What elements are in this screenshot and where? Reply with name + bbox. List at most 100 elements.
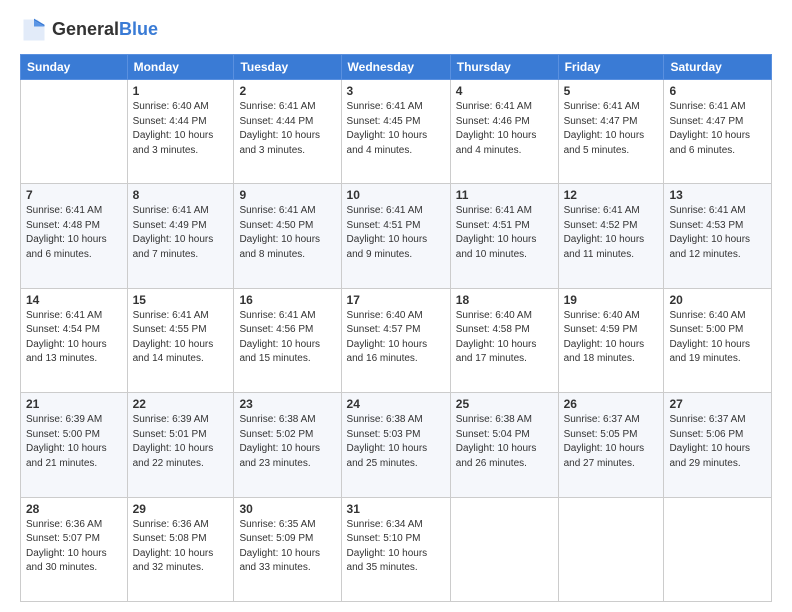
day-info: Sunrise: 6:41 AMSunset: 4:49 PMDaylight:… [133,204,229,262]
day-number: 11 [456,188,553,202]
day-number: 28 [26,502,122,516]
day-info: Sunrise: 6:40 AMSunset: 4:57 PMDaylight:… [347,309,445,367]
day-info: Sunrise: 6:39 AMSunset: 5:00 PMDaylight:… [26,413,122,471]
day-number: 21 [26,397,122,411]
day-info: Sunrise: 6:41 AMSunset: 4:56 PMDaylight:… [239,309,335,367]
calendar-cell: 24 Sunrise: 6:38 AMSunset: 5:03 PMDayligh… [341,393,450,497]
week-row-3: 21 Sunrise: 6:39 AMSunset: 5:00 PMDayligh… [21,393,772,497]
calendar-cell: 19 Sunrise: 6:40 AMSunset: 4:59 PMDayligh… [558,288,664,392]
calendar-cell: 23 Sunrise: 6:38 AMSunset: 5:02 PMDayligh… [234,393,341,497]
day-number: 26 [564,397,659,411]
calendar-cell: 12Sunrise: 6:41 AMSunset: 4:52 PMDayligh… [558,184,664,288]
calendar-cell: 25 Sunrise: 6:38 AMSunset: 5:04 PMDayligh… [450,393,558,497]
calendar-cell: 1Sunrise: 6:40 AMSunset: 4:44 PMDaylight… [127,80,234,184]
weekday-monday: Monday [127,55,234,80]
day-info: Sunrise: 6:41 AMSunset: 4:47 PMDaylight:… [669,100,766,158]
day-info: Sunrise: 6:36 AMSunset: 5:08 PMDaylight:… [133,518,229,576]
day-number: 3 [347,84,445,98]
calendar-cell: 20 Sunrise: 6:40 AMSunset: 5:00 PMDayligh… [664,288,772,392]
day-info: Sunrise: 6:38 AMSunset: 5:03 PMDaylight:… [347,413,445,471]
calendar-cell [558,497,664,601]
calendar-cell: 31 Sunrise: 6:34 AMSunset: 5:10 PMDayligh… [341,497,450,601]
week-row-4: 28 Sunrise: 6:36 AMSunset: 5:07 PMDayligh… [21,497,772,601]
calendar-table: SundayMondayTuesdayWednesdayThursdayFrid… [20,54,772,602]
calendar-cell: 30 Sunrise: 6:35 AMSunset: 5:09 PMDayligh… [234,497,341,601]
day-info: Sunrise: 6:41 AMSunset: 4:47 PMDaylight:… [564,100,659,158]
day-number: 18 [456,293,553,307]
calendar-cell: 17 Sunrise: 6:40 AMSunset: 4:57 PMDayligh… [341,288,450,392]
day-info: Sunrise: 6:41 AMSunset: 4:54 PMDaylight:… [26,309,122,367]
day-info: Sunrise: 6:38 AMSunset: 5:02 PMDaylight:… [239,413,335,471]
day-number: 15 [133,293,229,307]
calendar-cell: 21 Sunrise: 6:39 AMSunset: 5:00 PMDayligh… [21,393,128,497]
page: GeneralBlue SundayMondayTuesdayWednesday… [0,0,792,612]
calendar-cell: 29 Sunrise: 6:36 AMSunset: 5:08 PMDayligh… [127,497,234,601]
day-number: 27 [669,397,766,411]
calendar-cell: 10Sunrise: 6:41 AMSunset: 4:51 PMDayligh… [341,184,450,288]
day-number: 25 [456,397,553,411]
day-info: Sunrise: 6:41 AMSunset: 4:51 PMDaylight:… [456,204,553,262]
weekday-sunday: Sunday [21,55,128,80]
day-number: 10 [347,188,445,202]
weekday-thursday: Thursday [450,55,558,80]
day-number: 30 [239,502,335,516]
week-row-0: 1Sunrise: 6:40 AMSunset: 4:44 PMDaylight… [21,80,772,184]
weekday-saturday: Saturday [664,55,772,80]
weekday-friday: Friday [558,55,664,80]
calendar-cell: 6 Sunrise: 6:41 AMSunset: 4:47 PMDaylight… [664,80,772,184]
calendar-cell: 5Sunrise: 6:41 AMSunset: 4:47 PMDaylight… [558,80,664,184]
day-info: Sunrise: 6:40 AMSunset: 4:44 PMDaylight:… [133,100,229,158]
day-number: 23 [239,397,335,411]
calendar-cell [450,497,558,601]
weekday-wednesday: Wednesday [341,55,450,80]
header: GeneralBlue [20,16,772,44]
day-number: 17 [347,293,445,307]
day-info: Sunrise: 6:34 AMSunset: 5:10 PMDaylight:… [347,518,445,576]
calendar-cell: 3 Sunrise: 6:41 AMSunset: 4:45 PMDaylight… [341,80,450,184]
day-info: Sunrise: 6:39 AMSunset: 5:01 PMDaylight:… [133,413,229,471]
day-info: Sunrise: 6:36 AMSunset: 5:07 PMDaylight:… [26,518,122,576]
day-number: 20 [669,293,766,307]
day-number: 8 [133,188,229,202]
day-number: 7 [26,188,122,202]
day-info: Sunrise: 6:41 AMSunset: 4:52 PMDaylight:… [564,204,659,262]
day-number: 22 [133,397,229,411]
calendar-cell: 13Sunrise: 6:41 AMSunset: 4:53 PMDayligh… [664,184,772,288]
day-info: Sunrise: 6:40 AMSunset: 5:00 PMDaylight:… [669,309,766,367]
calendar-cell: 26Sunrise: 6:37 AMSunset: 5:05 PMDayligh… [558,393,664,497]
calendar-cell: 4 Sunrise: 6:41 AMSunset: 4:46 PMDaylight… [450,80,558,184]
day-info: Sunrise: 6:41 AMSunset: 4:45 PMDaylight:… [347,100,445,158]
calendar-cell: 16 Sunrise: 6:41 AMSunset: 4:56 PMDayligh… [234,288,341,392]
calendar-cell: 7 Sunrise: 6:41 AMSunset: 4:48 PMDaylight… [21,184,128,288]
day-info: Sunrise: 6:41 AMSunset: 4:48 PMDaylight:… [26,204,122,262]
calendar-cell: 11 Sunrise: 6:41 AMSunset: 4:51 PMDayligh… [450,184,558,288]
week-row-1: 7 Sunrise: 6:41 AMSunset: 4:48 PMDaylight… [21,184,772,288]
day-number: 24 [347,397,445,411]
day-info: Sunrise: 6:41 AMSunset: 4:46 PMDaylight:… [456,100,553,158]
day-number: 13 [669,188,766,202]
weekday-tuesday: Tuesday [234,55,341,80]
day-info: Sunrise: 6:40 AMSunset: 4:59 PMDaylight:… [564,309,659,367]
day-number: 2 [239,84,335,98]
calendar-cell: 27 Sunrise: 6:37 AMSunset: 5:06 PMDayligh… [664,393,772,497]
day-number: 14 [26,293,122,307]
calendar-cell: 8 Sunrise: 6:41 AMSunset: 4:49 PMDaylight… [127,184,234,288]
day-number: 29 [133,502,229,516]
day-info: Sunrise: 6:41 AMSunset: 4:55 PMDaylight:… [133,309,229,367]
day-number: 19 [564,293,659,307]
day-number: 4 [456,84,553,98]
day-info: Sunrise: 6:35 AMSunset: 5:09 PMDaylight:… [239,518,335,576]
calendar-cell: 28 Sunrise: 6:36 AMSunset: 5:07 PMDayligh… [21,497,128,601]
day-number: 6 [669,84,766,98]
day-info: Sunrise: 6:41 AMSunset: 4:44 PMDaylight:… [239,100,335,158]
day-number: 16 [239,293,335,307]
calendar-cell: 14 Sunrise: 6:41 AMSunset: 4:54 PMDayligh… [21,288,128,392]
weekday-header-row: SundayMondayTuesdayWednesdayThursdayFrid… [21,55,772,80]
calendar-cell: 15 Sunrise: 6:41 AMSunset: 4:55 PMDayligh… [127,288,234,392]
logo-text: GeneralBlue [52,20,158,40]
day-number: 31 [347,502,445,516]
day-info: Sunrise: 6:38 AMSunset: 5:04 PMDaylight:… [456,413,553,471]
day-info: Sunrise: 6:37 AMSunset: 5:06 PMDaylight:… [669,413,766,471]
logo-icon [20,16,48,44]
calendar-cell: 22 Sunrise: 6:39 AMSunset: 5:01 PMDayligh… [127,393,234,497]
